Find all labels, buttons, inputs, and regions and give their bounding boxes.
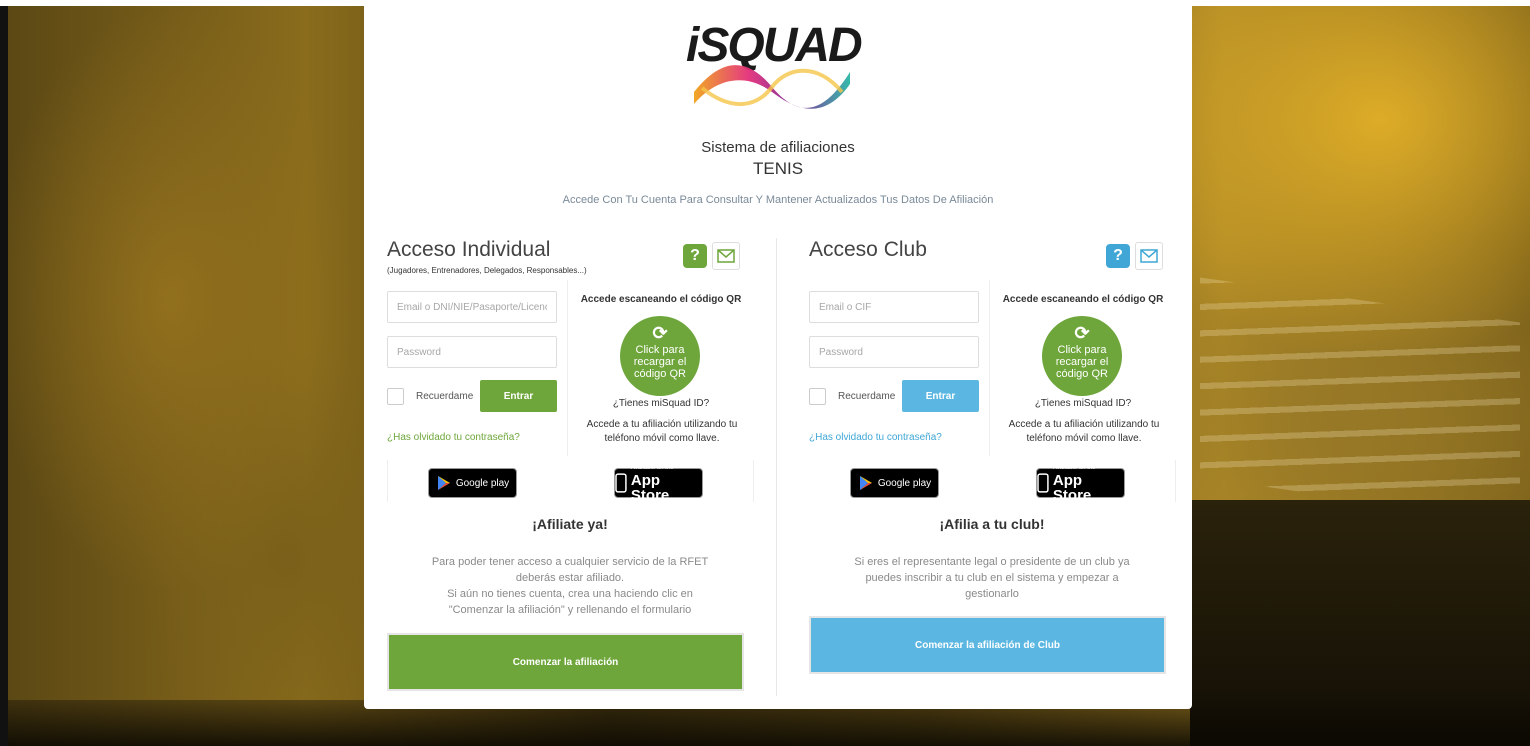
club-remember-checkbox[interactable]: Recuerdame — [809, 388, 895, 405]
password-input[interactable] — [387, 336, 557, 368]
help-icon-glyph: ? — [1106, 244, 1130, 268]
page-subtitle: Accede Con Tu Cuenta Para Consultar Y Ma… — [562, 194, 994, 206]
remember-checkbox[interactable]: Recuerdame — [387, 388, 473, 405]
app-store-label: App Store — [630, 471, 670, 504]
sport-title: TENIS — [752, 159, 804, 178]
column-divider — [776, 238, 777, 696]
checkbox-box[interactable] — [387, 388, 404, 405]
badge-divider — [1175, 460, 1176, 502]
google-play-icon — [859, 476, 872, 490]
login-card: iSQUAD Sistema de afiliaciones TENIS Acc… — [364, 6, 1192, 709]
club-join-title: ¡Afilia a tu club! — [939, 516, 1045, 532]
isquad-logo: iSQUAD — [684, 18, 874, 116]
qr-reload-button[interactable]: ⟳ Click para recargar el código QR — [1042, 316, 1122, 396]
individual-access-panel: Acceso Individual (Jugadores, Entrenador… — [387, 234, 754, 704]
mail-icon[interactable] — [712, 242, 740, 270]
club-forgot-password-link[interactable]: ¿Has olvidado tu contraseña? — [809, 432, 942, 443]
badge-divider — [753, 460, 754, 502]
logo-wave-icon — [694, 65, 850, 109]
join-text-line: Si eres el representante legal o preside… — [854, 556, 1130, 568]
individual-title: Acceso Individual — [387, 238, 551, 261]
google-play-badge[interactable]: Google play — [428, 468, 517, 498]
club-title: Acceso Club — [809, 238, 927, 261]
start-club-affiliation-button[interactable]: Comenzar la afiliación de Club — [809, 616, 1166, 674]
app-store-badge[interactable]: Available on the App Store — [614, 465, 703, 503]
email-input[interactable] — [387, 291, 557, 323]
refresh-icon: ⟳ — [652, 323, 668, 343]
qr-title: Accede escaneando el código QR — [580, 294, 742, 305]
qr-reload-text: Click para recargar el código QR — [1055, 344, 1109, 380]
google-play-badge[interactable]: Google play — [850, 468, 939, 498]
refresh-icon: ⟳ — [1074, 323, 1090, 343]
forgot-password-link[interactable]: ¿Has olvidado tu contraseña? — [387, 432, 520, 443]
google-play-label: Google play — [877, 477, 932, 489]
qr-reload-text: Click para recargar el código QR — [633, 344, 687, 380]
qr-reload-button[interactable]: ⟳ Click para recargar el código QR — [620, 316, 700, 396]
qr-title: Accede escaneando el código QR — [1002, 294, 1164, 305]
join-description: Para poder tener acceso a cualquier serv… — [387, 554, 753, 618]
club-access-panel: Acceso Club ? Recuerdame Entrar ¿Has olv… — [809, 234, 1176, 704]
system-title: Sistema de afiliaciones — [701, 139, 855, 156]
envelope-icon — [717, 249, 735, 263]
club-icons: ? — [1104, 242, 1163, 270]
badge-divider — [387, 460, 388, 502]
google-play-icon — [437, 476, 450, 490]
store-badges: Google play Available on the App Store — [387, 460, 754, 503]
phone-icon — [615, 473, 627, 493]
join-text-line: puedes inscribir a tu club en el sistema… — [865, 572, 1119, 584]
remember-label: Recuerdame — [838, 391, 896, 402]
mail-icon[interactable] — [1135, 242, 1163, 270]
store-badges: Google play Available on the App Store — [809, 460, 1176, 503]
individual-note: (Jugadores, Entrenadores, Delegados, Res… — [387, 266, 587, 275]
qr-login-section: Accede escaneando el código QR ⟳ Click p… — [567, 280, 753, 456]
individual-icons: ? — [681, 242, 740, 270]
join-text-line: Para poder tener acceso a cualquier serv… — [431, 556, 709, 568]
google-play-label: Google play — [455, 477, 510, 489]
enter-button[interactable]: Entrar — [480, 380, 557, 412]
left-edge — [0, 0, 8, 746]
club-enter-button[interactable]: Entrar — [902, 380, 979, 412]
misquad-description: Accede a tu afiliación utilizando tu tel… — [1008, 419, 1160, 444]
start-affiliation-button[interactable]: Comenzar la afiliación — [387, 633, 744, 691]
help-icon-glyph: ? — [683, 244, 707, 268]
join-text-line: "Comenzar la afiliación" y rellenando el… — [448, 604, 692, 616]
join-text-line: gestionarlo — [965, 588, 1019, 600]
join-text-line: Si aún no tienes cuenta, crea una hacien… — [447, 588, 693, 600]
club-email-input[interactable] — [809, 291, 979, 323]
app-store-label: App Store — [1052, 471, 1092, 504]
misquad-description: Accede a tu afiliación utilizando tu tel… — [586, 419, 738, 444]
join-title: ¡Afiliate ya! — [532, 516, 608, 532]
envelope-icon — [1140, 249, 1158, 263]
club-password-input[interactable] — [809, 336, 979, 368]
keyboard-shape — [1200, 277, 1520, 523]
phone-icon — [1037, 473, 1049, 493]
checkbox-box[interactable] — [809, 388, 826, 405]
misquad-question: ¿Tienes miSquad ID? — [1034, 398, 1132, 409]
join-text-line: deberás estar afiliado. — [515, 572, 625, 584]
misquad-question: ¿Tienes miSquad ID? — [612, 398, 710, 409]
remember-label: Recuerdame — [416, 391, 474, 402]
app-store-badge[interactable]: Available on the App Store — [1036, 465, 1125, 503]
club-qr-login-section: Accede escaneando el código QR ⟳ Click p… — [989, 280, 1175, 456]
club-join-description: Si eres el representante legal o preside… — [809, 554, 1175, 602]
help-icon[interactable]: ? — [681, 242, 709, 270]
help-icon[interactable]: ? — [1104, 242, 1132, 270]
